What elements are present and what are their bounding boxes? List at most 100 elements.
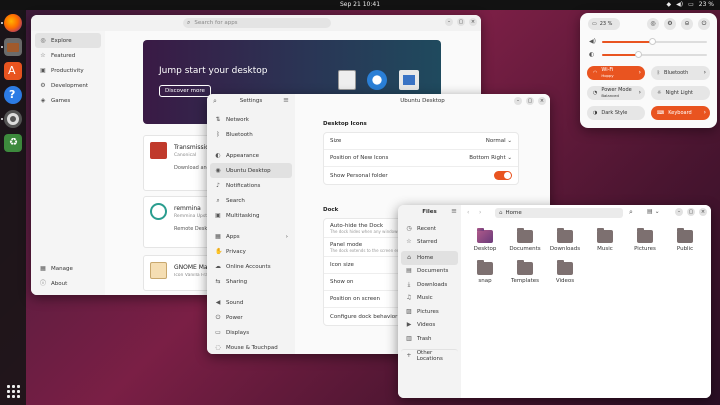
sidebar-item-label: Videos: [417, 322, 436, 329]
folder-snap[interactable]: snap: [465, 260, 505, 284]
files-icon[interactable]: [4, 38, 22, 56]
volume-icon: ◀): [589, 38, 596, 45]
sidebar-item-notifications[interactable]: ♪ Notifications: [210, 178, 292, 193]
sidebar-item-pictures[interactable]: ▨ Pictures: [401, 305, 458, 319]
sidebar-item-online-accounts[interactable]: ☁ Online Accounts: [210, 259, 292, 274]
menu-icon[interactable]: ≡: [283, 96, 289, 104]
discover-more-button[interactable]: Discover more: [159, 85, 211, 97]
sidebar-item-sound[interactable]: ◀ Sound: [210, 295, 292, 310]
folder-videos[interactable]: Videos: [545, 260, 585, 284]
folder-documents[interactable]: Documents: [505, 228, 545, 252]
position-row[interactable]: Position of New Icons Bottom Right ⌄: [324, 150, 518, 167]
sidebar-item-games[interactable]: ◈ Games: [35, 93, 101, 108]
lock-button[interactable]: ⊝: [681, 18, 693, 30]
help-icon[interactable]: ?: [4, 86, 22, 104]
system-tray[interactable]: ◆ ◀) ▭ 23 %: [666, 1, 714, 8]
volume-slider-knob[interactable]: [649, 38, 656, 45]
personal-folder-label: Show Personal folder: [330, 172, 388, 179]
position-dropdown[interactable]: Bottom Right ⌄: [469, 155, 512, 161]
sidebar-item-label: Online Accounts: [226, 263, 271, 270]
sidebar-item-development[interactable]: ⚙ Development: [35, 78, 101, 93]
folder-public[interactable]: Public: [665, 228, 705, 252]
path-bar[interactable]: ⌂ Home: [495, 208, 623, 218]
folder-desktop[interactable]: Desktop: [465, 228, 505, 252]
night-light-toggle[interactable]: ☼ Night Light: [651, 86, 710, 100]
trash-icon[interactable]: ♻: [4, 134, 22, 152]
minimize-button[interactable]: –: [445, 18, 453, 26]
sidebar-item-videos[interactable]: ▶ Videos: [401, 319, 458, 333]
battery-pill[interactable]: ▭ 23 %: [588, 18, 620, 30]
maximize-button[interactable]: ▢: [687, 208, 695, 216]
sidebar-item-manage[interactable]: ▦ Manage: [35, 261, 101, 276]
firefox-icon[interactable]: [4, 14, 22, 32]
settings-icon[interactable]: [4, 110, 22, 128]
sidebar-item-downloads[interactable]: ⤓ Downloads: [401, 278, 458, 292]
sidebar-item-multitasking[interactable]: ▣ Multitasking: [210, 208, 292, 223]
sidebar-item-starred[interactable]: ☆ Starred: [401, 236, 458, 250]
sidebar-item-other-locations[interactable]: + Other Locations: [401, 348, 458, 363]
power-mode-toggle[interactable]: ◔ Power Mode Balanced ›: [587, 86, 645, 100]
sidebar-item-music[interactable]: ♫ Music: [401, 292, 458, 306]
sidebar-item-ubuntu-desktop[interactable]: ◉ Ubuntu Desktop: [210, 163, 292, 178]
screenshot-button[interactable]: ◎: [647, 18, 659, 30]
close-button[interactable]: ×: [538, 97, 546, 105]
sidebar-item-trash[interactable]: ▥ Trash: [401, 332, 458, 346]
personal-folder-toggle[interactable]: [494, 171, 512, 180]
search-icon[interactable]: ⌕: [629, 208, 633, 217]
keyboard-toggle[interactable]: ⌨ Keyboard ›: [651, 106, 710, 120]
chevron-right-icon[interactable]: ›: [639, 69, 641, 76]
chevron-right-icon[interactable]: ›: [639, 89, 641, 96]
sidebar-item-featured[interactable]: ☆ Featured: [35, 48, 101, 63]
sidebar-item-mouse-touchpad[interactable]: ◌ Mouse & Touchpad: [210, 340, 292, 354]
power-button[interactable]: ⏻: [698, 18, 710, 30]
folder-music[interactable]: Music: [585, 228, 625, 252]
close-button[interactable]: ×: [469, 18, 477, 26]
forward-icon[interactable]: ›: [479, 209, 481, 216]
sidebar-item-sharing[interactable]: ⇆ Sharing: [210, 274, 292, 289]
files-sidebar: Files ≡ ◷ Recent ☆ Starred ⌂ Home ▤ Documents ⤓ D…: [398, 205, 461, 398]
search-box[interactable]: ⌕ Search for apps: [183, 18, 331, 28]
show-apps-icon[interactable]: [4, 382, 22, 400]
sidebar-item-home[interactable]: ⌂ Home: [401, 251, 458, 265]
maximize-button[interactable]: ▢: [526, 97, 534, 105]
minimize-button[interactable]: –: [514, 97, 522, 105]
back-icon[interactable]: ‹: [467, 209, 469, 216]
close-button[interactable]: ×: [699, 208, 707, 216]
settings-button[interactable]: ⚙: [664, 18, 676, 30]
sidebar-item-explore[interactable]: ◎ Explore: [35, 33, 101, 48]
clock[interactable]: Sep 21 10:41: [0, 1, 720, 8]
sidebar-item-recent[interactable]: ◷ Recent: [401, 222, 458, 236]
sidebar-item-appearance[interactable]: ◐ Appearance: [210, 148, 292, 163]
document-icon: ▤: [406, 267, 412, 275]
sidebar-item-privacy[interactable]: ✋ Privacy: [210, 244, 292, 259]
volume-slider[interactable]: [602, 38, 707, 45]
chevron-right-icon[interactable]: ›: [704, 109, 706, 116]
view-toggle-icon[interactable]: ▤ ⌄: [647, 208, 660, 215]
menu-icon[interactable]: ≡: [451, 207, 457, 215]
personal-folder-row[interactable]: Show Personal folder: [324, 167, 518, 184]
sidebar-item-documents[interactable]: ▤ Documents: [401, 265, 458, 279]
sidebar-item-productivity[interactable]: ▣ Productivity: [35, 63, 101, 78]
dark-style-toggle[interactable]: ◑ Dark Style: [587, 106, 645, 120]
folder-templates[interactable]: Templates: [505, 260, 545, 284]
folder-pictures[interactable]: Pictures: [625, 228, 665, 252]
minimize-button[interactable]: –: [675, 208, 683, 216]
brightness-slider-knob[interactable]: [635, 51, 642, 58]
maximize-button[interactable]: ▢: [457, 18, 465, 26]
sidebar-item-apps[interactable]: ▦ Apps ›: [210, 229, 292, 244]
size-dropdown[interactable]: Normal ⌄: [486, 138, 512, 144]
folder-downloads[interactable]: Downloads: [545, 228, 585, 252]
sidebar-item-network[interactable]: ⇅ Network: [210, 112, 292, 127]
sidebar-item-power[interactable]: ⏻ Power: [210, 310, 292, 325]
folder-label: Downloads: [549, 246, 581, 252]
wifi-toggle[interactable]: ◠ Wi-Fi Hoppy ›: [587, 66, 645, 80]
chevron-right-icon[interactable]: ›: [704, 69, 706, 76]
sidebar-item-displays[interactable]: ▭ Displays: [210, 325, 292, 340]
app-center-icon[interactable]: A: [4, 62, 22, 80]
sidebar-item-about[interactable]: ⓘ About: [35, 276, 101, 291]
sidebar-item-bluetooth[interactable]: ᛒ Bluetooth: [210, 127, 292, 142]
brightness-slider[interactable]: [602, 51, 707, 58]
bluetooth-toggle[interactable]: ᛒ Bluetooth ›: [651, 66, 710, 80]
sidebar-item-search[interactable]: ⌕ Search: [210, 193, 292, 208]
size-row[interactable]: Size Normal ⌄: [324, 133, 518, 150]
